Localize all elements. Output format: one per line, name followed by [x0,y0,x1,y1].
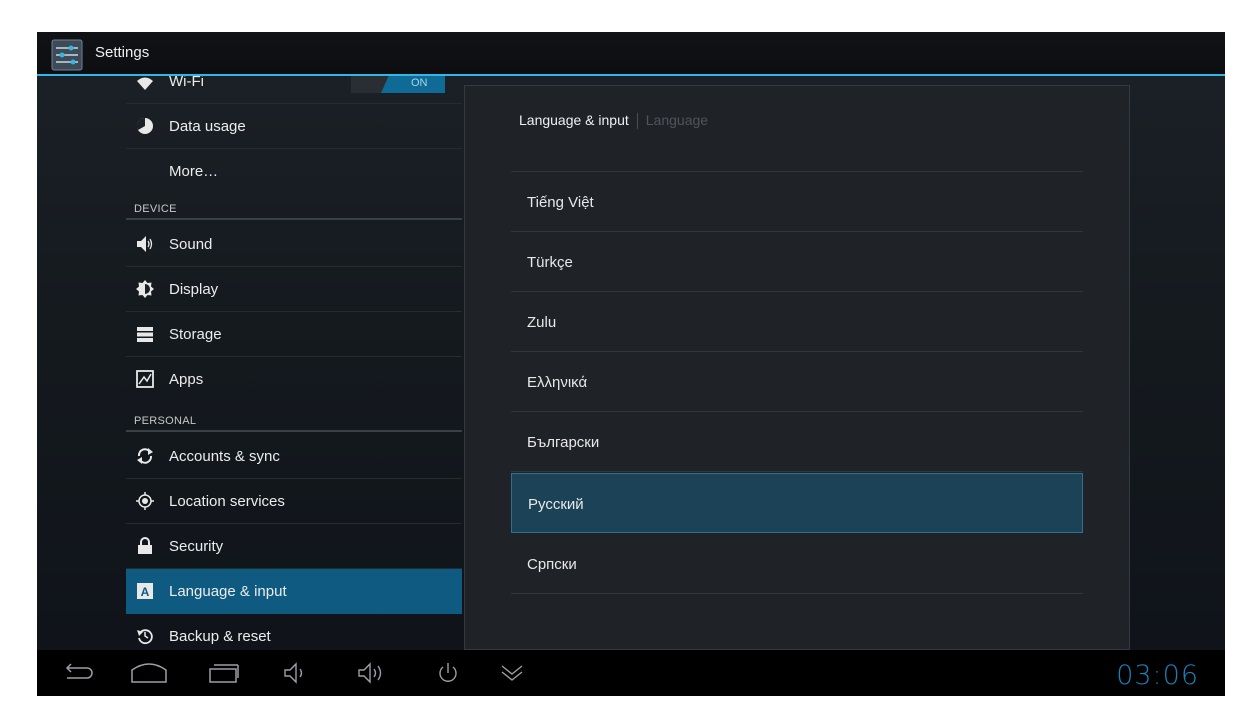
sidebar-item-more[interactable]: More… [126,149,462,194]
content-area: Wi-Fi ON Data usage More… DEVICE Sound D… [37,76,1225,650]
sidebar-item-backup-reset[interactable]: Backup & reset [126,614,462,650]
collapse-icon[interactable] [499,660,525,686]
section-header-device: DEVICE [126,196,462,220]
sidebar-item-label: More… [169,163,219,180]
language-label: Türkçe [527,254,573,271]
list-item-language[interactable]: Tiếng Việt [511,172,1083,232]
volume-down-icon[interactable] [281,660,311,686]
list-item-language[interactable]: Ελληνικά [511,352,1083,412]
data-usage-icon [136,117,153,134]
sidebar-item-label: Display [169,281,219,298]
section-header-personal: PERSONAL [126,408,462,432]
app-title: Settings [95,44,150,61]
volume-up-icon[interactable] [355,660,389,686]
tablet-screen: Settings Wi-Fi ON Data usage More… DEVIC… [37,32,1225,696]
sidebar-item-apps[interactable]: Apps [126,357,462,402]
list-item-language[interactable]: Zulu [511,292,1083,352]
breadcrumb-current: Language [645,112,709,128]
language-label: Tiếng Việt [527,194,594,211]
list-item-language[interactable]: Српски [511,534,1083,594]
apps-icon [136,370,154,388]
back-icon[interactable] [59,660,93,686]
sound-icon [137,236,153,252]
clock: 03:06 [1116,660,1199,691]
sidebar-item-language-input[interactable]: A Language & input [126,569,462,614]
sidebar-item-storage[interactable]: Storage [126,312,462,357]
location-icon [136,492,154,510]
sidebar-item-wifi[interactable]: Wi-Fi ON [126,76,462,104]
sidebar-item-label: Security [169,538,224,555]
sync-icon [137,448,153,464]
sidebar-item-label: Data usage [169,118,246,135]
power-icon[interactable] [435,660,461,686]
action-bar: Settings [37,32,1225,76]
sidebar-item-sound[interactable]: Sound [126,222,462,267]
sidebar-item-label: Storage [169,326,222,343]
sidebar-item-data-usage[interactable]: Data usage [126,104,462,149]
section-header-label: DEVICE [134,203,177,215]
wifi-toggle[interactable]: ON [351,76,445,93]
sidebar-item-label: Backup & reset [169,628,271,645]
svg-text:A: A [141,585,150,599]
language-label: Български [527,434,600,451]
display-icon [136,280,154,298]
sidebar-item-location[interactable]: Location services [126,479,462,524]
list-item-language[interactable]: Türkçe [511,232,1083,292]
sidebar-item-label: Apps [169,371,204,388]
language-dialog: Language & input Language Tiếng Việt Türk… [464,85,1130,650]
system-nav-bar: 03:06 [37,650,1225,696]
list-item-language-selected[interactable]: Русский [511,473,1083,533]
section-header-label: PERSONAL [134,415,197,427]
recent-apps-icon[interactable] [207,660,241,686]
language-label: Zulu [527,314,557,331]
sidebar-item-label: Language & input [169,583,287,600]
sidebar-item-display[interactable]: Display [126,267,462,312]
backup-icon [137,629,153,645]
lock-icon [138,537,152,554]
sidebar-item-security[interactable]: Security [126,524,462,569]
sidebar-item-label: Accounts & sync [169,448,280,465]
settings-list[interactable]: Wi-Fi ON Data usage More… DEVICE Sound D… [126,76,462,650]
toggle-label: ON [411,77,428,89]
home-icon[interactable] [129,660,169,686]
language-label: Русский [528,496,584,513]
language-label: Ελληνικά [527,374,588,391]
wifi-icon [137,77,153,90]
list-item-language[interactable]: Български [511,412,1083,472]
sidebar-item-label: Location services [169,493,285,510]
language-list[interactable]: Tiếng Việt Türkçe Zulu Ελληνικά Българск… [511,150,1083,630]
sidebar-item-accounts-sync[interactable]: Accounts & sync [126,434,462,479]
sidebar-item-label: Wi-Fi [169,76,204,90]
breadcrumb-parent[interactable]: Language & input [519,112,629,128]
settings-sliders-icon[interactable] [51,39,83,71]
language-label: Српски [527,556,577,573]
list-item-partial [511,150,1083,172]
sidebar-item-label: Sound [169,236,213,253]
storage-icon [137,327,153,342]
language-icon: A [137,583,153,599]
breadcrumb: Language & input Language [519,112,709,130]
